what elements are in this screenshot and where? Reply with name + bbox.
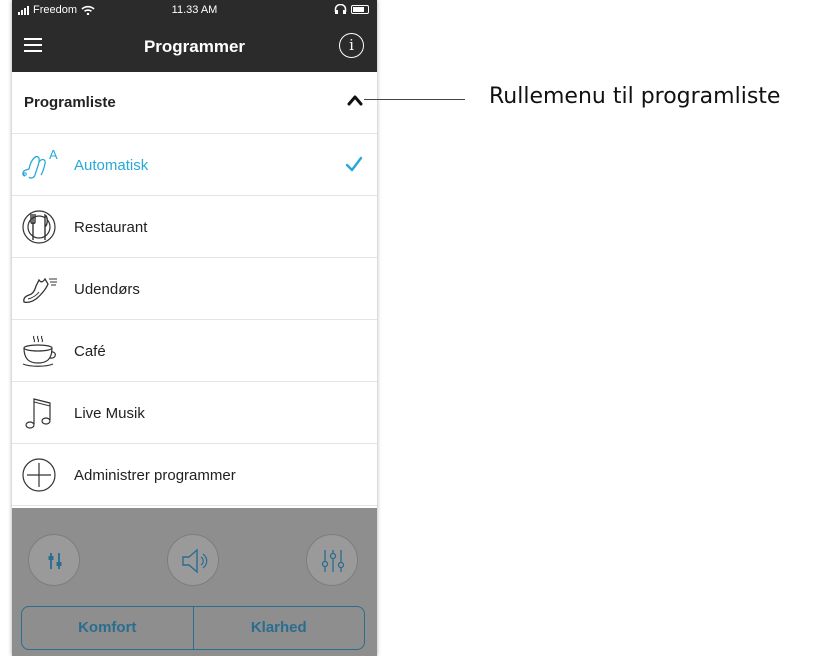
speaker-icon — [182, 548, 208, 574]
nav-bar: Programmer i — [12, 22, 377, 72]
info-icon[interactable]: i — [339, 33, 364, 58]
battery-icon — [351, 4, 369, 14]
program-item-restaurant[interactable]: Restaurant — [12, 196, 377, 258]
plus-circle-icon — [22, 458, 56, 492]
page-title: Programmer — [143, 37, 246, 56]
program-item-udendors[interactable]: Udendørs — [12, 258, 377, 320]
program-label: Administrer programmer — [74, 467, 236, 484]
program-label: Restaurant — [74, 219, 148, 236]
checkmark-icon — [345, 156, 363, 172]
segment-komfort[interactable]: Komfort — [22, 607, 193, 649]
segment-klarhed[interactable]: Klarhed — [192, 607, 365, 649]
chevron-up-icon[interactable] — [347, 92, 363, 108]
program-label: Café — [74, 343, 106, 360]
callout-line — [364, 99, 465, 100]
dimmed-controls-area: Komfort Klarhed — [12, 508, 377, 656]
program-label: Live Musik — [74, 405, 145, 422]
callout-label: Rullemenu til programliste — [489, 84, 781, 109]
equalizer-button[interactable] — [306, 534, 358, 586]
music-note-icon — [25, 398, 51, 429]
adjust-sliders-icon — [48, 553, 62, 569]
volume-button[interactable] — [167, 534, 219, 586]
program-item-cafe[interactable]: Café — [12, 320, 377, 382]
program-item-administrer[interactable]: Administrer programmer — [12, 444, 377, 506]
program-list-dropdown-header[interactable]: Programliste — [12, 72, 377, 134]
status-time: 11.33 AM — [171, 4, 218, 16]
hearing-aid-auto-icon: A — [22, 147, 58, 179]
program-label: Automatisk — [74, 157, 149, 174]
headphone-icon — [334, 4, 347, 14]
plate-cutlery-icon — [22, 210, 56, 244]
phone-screen: Freedom 11.33 AM Programmer i Programlis… — [12, 0, 377, 656]
svg-text:A: A — [49, 147, 58, 162]
status-right — [334, 4, 369, 14]
status-bar: Freedom 11.33 AM — [12, 0, 377, 22]
adjust-button[interactable] — [28, 534, 80, 586]
running-shoe-icon — [23, 277, 57, 304]
program-list-label: Programliste — [24, 94, 116, 111]
program-list: A Automatisk Restaurant Udendørs Café Li… — [12, 134, 377, 506]
sound-mode-segmented-control: Komfort Klarhed — [21, 606, 365, 650]
program-label: Udendørs — [74, 281, 140, 298]
equalizer-icon — [321, 550, 345, 572]
coffee-cup-icon — [22, 335, 56, 367]
program-item-live-musik[interactable]: Live Musik — [12, 382, 377, 444]
program-item-automatisk[interactable]: A Automatisk — [12, 134, 377, 196]
